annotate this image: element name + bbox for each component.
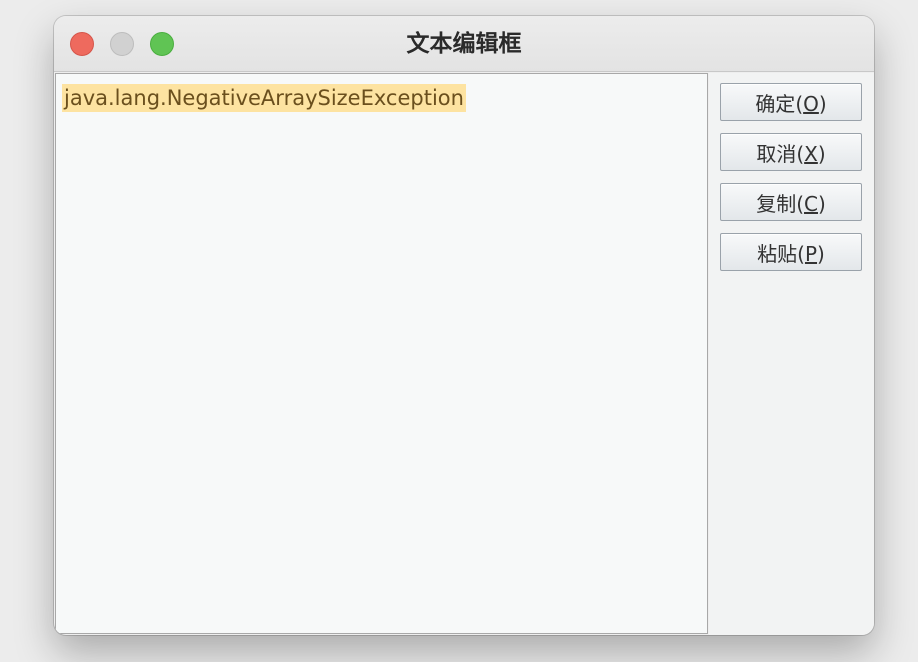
copy-button[interactable]: 复制(C): [720, 183, 862, 221]
text-editor-dialog: 文本编辑框 java.lang.NegativeArraySizeExcepti…: [54, 16, 874, 635]
title-bar[interactable]: 文本编辑框: [54, 16, 874, 72]
cancel-button-mnemonic: X: [804, 141, 818, 166]
selected-text[interactable]: java.lang.NegativeArraySizeException: [62, 84, 466, 112]
cancel-button[interactable]: 取消(X): [720, 133, 862, 171]
paste-button-label: 粘贴: [757, 241, 798, 266]
ok-button-label: 确定: [755, 91, 796, 116]
cancel-button-label: 取消: [756, 141, 797, 166]
window-title: 文本编辑框: [406, 31, 522, 57]
paste-button-mnemonic: P: [804, 241, 818, 266]
ok-button[interactable]: 确定(O): [720, 83, 862, 121]
copy-button-mnemonic: C: [804, 191, 818, 216]
text-area[interactable]: java.lang.NegativeArraySizeException: [55, 73, 708, 634]
paste-button[interactable]: 粘贴(P): [720, 233, 862, 271]
button-panel: 确定(O) 取消(X) 复制(C) 粘贴(P): [709, 73, 874, 635]
ok-button-mnemonic: O: [803, 91, 819, 116]
copy-button-label: 复制: [756, 191, 797, 216]
